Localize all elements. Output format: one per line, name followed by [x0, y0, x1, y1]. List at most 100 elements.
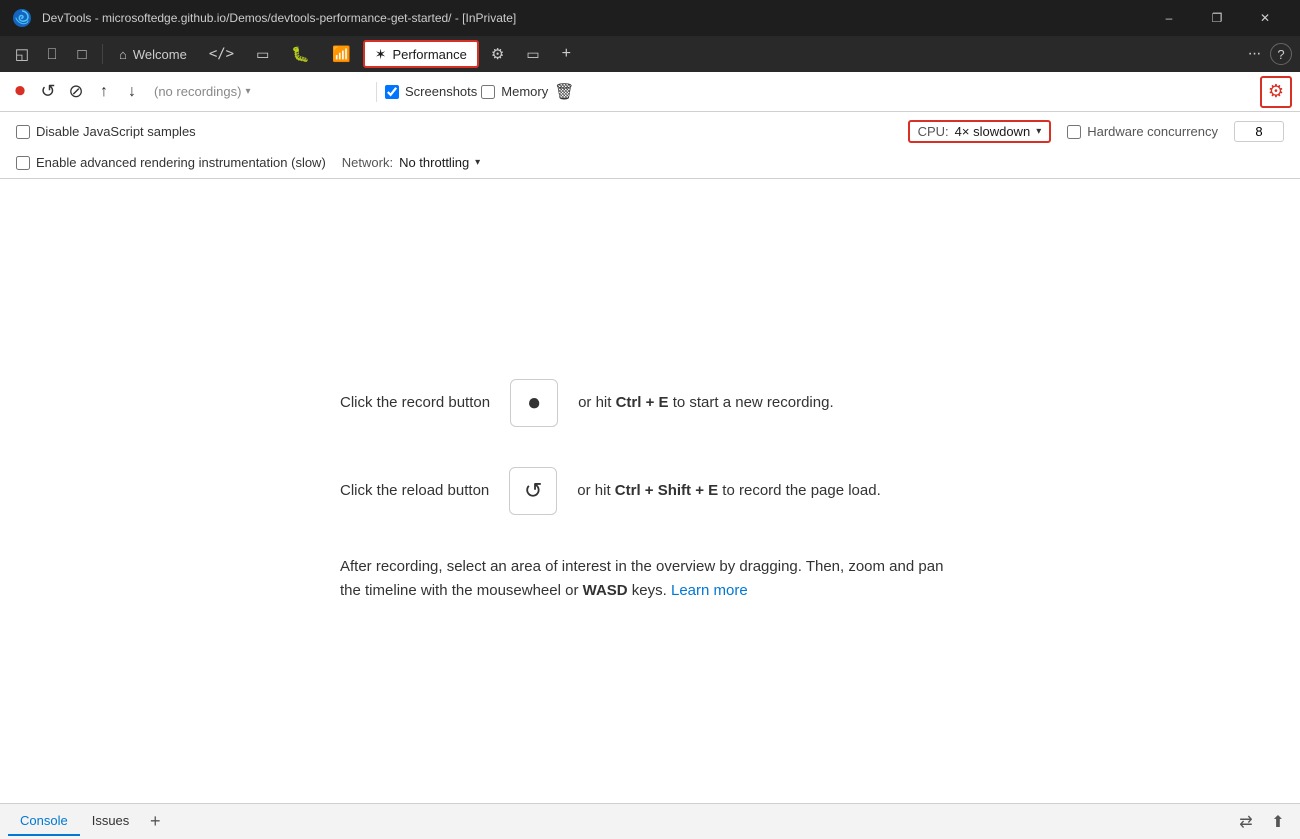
network-label: Network: [342, 155, 393, 170]
hw-concurrency-input[interactable] [1234, 121, 1284, 142]
bottom-tab-issues[interactable]: Issues [80, 807, 142, 836]
advanced-rendering-text: Enable advanced rendering instrumentatio… [36, 155, 326, 170]
memory-checkbox[interactable] [481, 85, 495, 99]
cpu-value-label: 4× slowdown [955, 124, 1031, 139]
record-help-text-3: to start a new recording. [669, 394, 834, 411]
reload-help-row: Click the reload button ↺ or hit Ctrl + … [340, 467, 960, 515]
add-tab-icon: + [562, 45, 571, 63]
settings-row-1: Disable JavaScript samples CPU: 4× slowd… [16, 120, 1284, 143]
close-button[interactable]: ✕ [1242, 0, 1288, 36]
window-controls: – ❐ ✕ [1146, 0, 1288, 36]
screenshots-label: Screenshots [405, 84, 477, 99]
reload-help-text-3: to record the page load. [718, 482, 881, 499]
record-button[interactable]: ⏺ [8, 80, 32, 104]
network-value-label: No throttling [399, 155, 469, 170]
wifi-icon: 📶 [332, 45, 351, 63]
inspect-element-icon[interactable]: ◱ [8, 40, 36, 68]
settings-gear-button[interactable]: ⚙ [1260, 76, 1292, 108]
recordings-bar: ⏺ ↺ ⊘ ↑ ↓ (no recordings) ▾ Screenshots … [0, 72, 1300, 112]
reload-shortcut: Ctrl + Shift + E [615, 482, 718, 499]
download-button[interactable]: ↓ [120, 80, 144, 104]
more-options-button[interactable]: ··· [1240, 40, 1268, 68]
memory-checkbox-label[interactable]: Memory [481, 84, 548, 99]
help-panel: Click the record button ⏺ or hit Ctrl + … [300, 339, 1000, 643]
sources-icon: </> [209, 46, 234, 62]
clear-button[interactable]: ⊘ [64, 80, 88, 104]
disable-js-checkbox[interactable] [16, 125, 30, 139]
toolbar-divider-1 [102, 44, 103, 64]
cpu-dropdown-arrow-icon: ▾ [1036, 126, 1041, 137]
screenshots-checkbox-label[interactable]: Screenshots [385, 84, 477, 99]
hw-concurrency-text: Hardware concurrency [1087, 124, 1218, 139]
edge-logo-icon [12, 8, 32, 28]
tab-wifi[interactable]: 📶 [322, 40, 361, 68]
settings-gear-icon: ⚙ [1268, 81, 1284, 102]
disable-js-label[interactable]: Disable JavaScript samples [16, 124, 196, 139]
device-emulation-icon[interactable]: ⎕ [38, 40, 66, 68]
bug-icon: 🐛 [291, 45, 310, 63]
close-drawer-icon[interactable]: □ [68, 40, 96, 68]
upload-button[interactable]: ↑ [92, 80, 116, 104]
learn-more-link[interactable]: Learn more [671, 582, 748, 599]
devtools-toolbar: ◱ ⎕ □ ⌂ Welcome </> ▭ 🐛 📶 ✶ Performance … [0, 36, 1300, 72]
cpu-throttling-dropdown[interactable]: CPU: 4× slowdown ▾ [908, 120, 1052, 143]
no-recordings-label: (no recordings) [154, 84, 241, 99]
settings-bar: Disable JavaScript samples CPU: 4× slowd… [0, 112, 1300, 179]
tab-sources[interactable]: </> [199, 40, 244, 68]
restore-button[interactable]: ❐ [1194, 0, 1240, 36]
dock-bottom-button[interactable]: ⇄ [1232, 808, 1260, 836]
tab-add[interactable]: + [552, 40, 581, 68]
title-bar: DevTools - microsoftedge.github.io/Demos… [0, 0, 1300, 36]
bottom-right-controls: ⇄ ⬆ [1232, 808, 1292, 836]
record-help-text-1: Click the record button [340, 392, 490, 415]
record-shortcut: Ctrl + E [616, 394, 669, 411]
reload-record-button[interactable]: ↺ [36, 80, 60, 104]
undock-button[interactable]: ⬆ [1264, 808, 1292, 836]
reload-icon: ↺ [524, 478, 542, 504]
hw-concurrency-checkbox[interactable] [1067, 125, 1081, 139]
main-content: Click the record button ⏺ or hit Ctrl + … [0, 179, 1300, 803]
tab-welcome[interactable]: ⌂ Welcome [109, 40, 197, 68]
memory-label: Memory [501, 84, 548, 99]
storage-icon: ▭ [526, 46, 539, 63]
settings-row-2: Enable advanced rendering instrumentatio… [16, 155, 1284, 170]
advanced-rendering-label[interactable]: Enable advanced rendering instrumentatio… [16, 155, 326, 170]
record-help-text-2: or hit Ctrl + E to start a new recording… [578, 392, 834, 415]
tab-elements[interactable]: ▭ [246, 40, 279, 68]
record-help-row: Click the record button ⏺ or hit Ctrl + … [340, 379, 960, 427]
home-icon: ⌂ [119, 47, 127, 62]
info-text-2: keys. [628, 582, 667, 599]
tab-performance-label: Performance [392, 47, 466, 62]
wasd-text: WASD [583, 582, 628, 599]
screenshots-checkbox[interactable] [385, 85, 399, 99]
reload-help-text-1: Click the reload button [340, 480, 489, 503]
tab-network[interactable]: 🐛 [281, 40, 320, 68]
elements-icon: ▭ [256, 46, 269, 63]
reload-icon-button: ↺ [509, 467, 557, 515]
tab-memory[interactable]: ⚙ [481, 40, 514, 68]
toolbar-right: ··· ? [1240, 40, 1292, 68]
disable-js-text: Disable JavaScript samples [36, 124, 196, 139]
tab-application[interactable]: ▭ [516, 40, 549, 68]
recordings-dropdown[interactable]: (no recordings) ▾ [148, 82, 368, 101]
delete-recording-button[interactable]: 🗑 [552, 80, 576, 104]
record-circle-icon: ⏺ [529, 390, 540, 416]
window-title: DevTools - microsoftedge.github.io/Demos… [42, 11, 1136, 25]
network-throttling-dropdown[interactable]: Network: No throttling ▾ [342, 155, 480, 170]
tab-performance[interactable]: ✶ Performance [363, 40, 479, 68]
minimize-button[interactable]: – [1146, 0, 1192, 36]
reload-help-text-2: or hit Ctrl + Shift + E to record the pa… [577, 480, 881, 503]
advanced-rendering-checkbox[interactable] [16, 156, 30, 170]
gear-icon: ⚙ [491, 45, 504, 63]
help-button[interactable]: ? [1270, 43, 1292, 65]
add-tab-button[interactable]: + [141, 808, 169, 836]
dropdown-arrow-icon: ▾ [245, 86, 250, 97]
bottom-tab-console[interactable]: Console [8, 807, 80, 836]
hw-concurrency-label[interactable]: Hardware concurrency [1067, 124, 1218, 139]
recordings-divider [376, 82, 377, 102]
cpu-label: CPU: [918, 124, 949, 139]
record-icon-button: ⏺ [510, 379, 558, 427]
recordings-right: ⚙ [1260, 76, 1292, 108]
bottom-bar: Console Issues + ⇄ ⬆ [0, 803, 1300, 839]
performance-icon: ✶ [375, 46, 387, 63]
